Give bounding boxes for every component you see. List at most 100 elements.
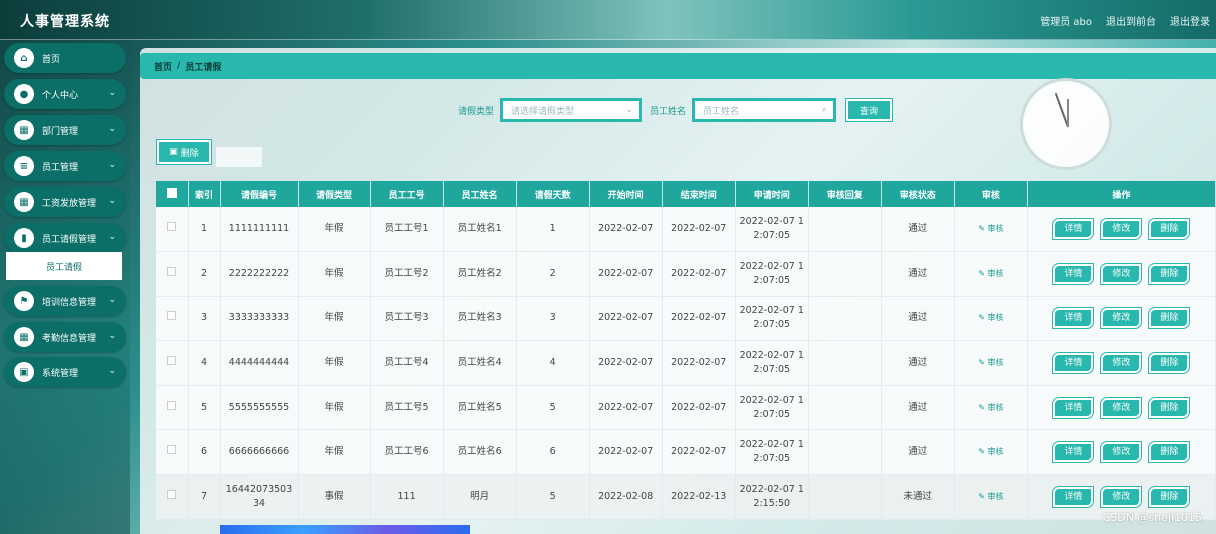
audit-link[interactable]: ✎ 审核 — [978, 447, 1003, 456]
back-to-front-link[interactable]: 退出到前台 — [1106, 13, 1156, 28]
cell-leave-type-text: 年假 — [324, 357, 344, 369]
audit-link[interactable]: ✎ 审核 — [978, 358, 1003, 367]
top-bar: 人事管理系统 管理员 abo 退出到前台 退出登录 — [0, 0, 1216, 40]
delete-button[interactable]: 删除 — [1148, 262, 1191, 285]
breadcrumb-current: 员工请假 — [185, 62, 222, 73]
delete-button[interactable]: 删除 — [1148, 441, 1191, 464]
audit-link[interactable]: ✎ 审核 — [978, 403, 1003, 412]
cell-reply — [808, 340, 882, 386]
cell-start-time-text: 2022-02-07 — [598, 312, 654, 324]
sidebar-subitem-employee-leave[interactable]: 员工请假 — [6, 252, 122, 280]
audit-link[interactable]: ✎ 审核 — [978, 313, 1003, 322]
cell-leave-no-text: 16442073503 34 — [225, 483, 293, 509]
sidebar-item-label: 培训信息管理 — [42, 297, 97, 308]
edit-button[interactable]: 修改 — [1100, 396, 1143, 419]
detail-button[interactable]: 详情 — [1052, 307, 1095, 330]
chevron-down-icon: ⌄ — [108, 124, 116, 134]
employee-name-input[interactable]: 员工姓名 ⌕ — [692, 98, 837, 122]
trash-icon: ▣ — [14, 362, 34, 382]
cell-employee-name-text: 员工姓名5 — [457, 401, 502, 413]
cell-start-time: 2022-02-07 — [589, 429, 663, 476]
grid-icon: ▦ — [14, 120, 34, 140]
cell-index-text: 4 — [200, 357, 208, 369]
sidebar-item-label: 工资发放管理 — [42, 198, 97, 209]
audit-link[interactable]: ✎ 审核 — [978, 492, 1003, 501]
row-checkbox[interactable] — [156, 385, 189, 431]
sidebar-item-department[interactable]: ▦ 部门管理 ⌄ — [4, 115, 126, 145]
cell-end-time: 2022-02-07 — [662, 296, 736, 342]
row-checkbox[interactable] — [156, 296, 189, 342]
sidebar-item-salary[interactable]: ▦ 工资发放管理 ⌄ — [4, 187, 126, 217]
cell-employee-name: 员工姓名4 — [443, 340, 517, 386]
delete-button[interactable]: 删除 — [1148, 352, 1191, 375]
delete-button[interactable]: 删除 — [1148, 396, 1191, 419]
clock-hand-icon — [1067, 99, 1069, 127]
cell-audit: ✎ 审核 — [954, 207, 1028, 253]
edit-button[interactable]: 修改 — [1100, 307, 1143, 330]
audit-label: 审核 — [987, 491, 1004, 501]
audit-link[interactable]: ✎ 审核 — [978, 269, 1003, 278]
edit-button[interactable]: 修改 — [1100, 352, 1143, 375]
user-icon: ● — [14, 84, 34, 104]
column-header: 员工工号 — [370, 181, 444, 207]
batch-delete-button[interactable]: ▣ 删除 — [156, 139, 212, 165]
cell-audit: ✎ 审核 — [954, 474, 1028, 520]
cell-leave-type: 年假 — [298, 385, 371, 431]
logout-link[interactable]: 退出登录 — [1170, 13, 1210, 28]
cell-end-time: 2022-02-07 — [662, 429, 736, 476]
row-checkbox[interactable] — [156, 340, 189, 386]
row-checkbox[interactable] — [156, 251, 189, 297]
cell-actions: 详情 修改 删除 — [1027, 296, 1216, 342]
cell-status-text: 通过 — [908, 223, 928, 235]
cell-status: 通过 — [881, 207, 955, 253]
leave-type-select[interactable]: 请选择请假类型 ⌄ — [500, 98, 643, 122]
cell-start-time: 2022-02-08 — [589, 474, 663, 520]
cell-index: 2 — [188, 251, 221, 297]
cell-employee-no: 员工工号2 — [370, 251, 444, 297]
detail-button[interactable]: 详情 — [1052, 441, 1095, 464]
detail-button[interactable]: 详情 — [1052, 485, 1095, 508]
sidebar-item-home[interactable]: ⌂ 首页 — [4, 43, 126, 73]
column-header: 请假编号 — [220, 181, 299, 207]
edit-button[interactable]: 修改 — [1100, 441, 1143, 464]
query-button[interactable]: 查询 — [845, 98, 894, 122]
delete-button[interactable]: 删除 — [1148, 485, 1191, 508]
sidebar-item-leave[interactable]: ▮ 员工请假管理 ⌄ — [4, 223, 126, 253]
edit-button[interactable]: 修改 — [1100, 218, 1143, 241]
sidebar-item-training[interactable]: ⚑ 培训信息管理 ⌄ — [4, 286, 126, 316]
cell-employee-name: 员工姓名3 — [443, 296, 517, 342]
sidebar-item-personal-center[interactable]: ● 个人中心 ⌄ — [4, 79, 126, 109]
column-header: 审核状态 — [881, 181, 955, 207]
cell-start-time: 2022-02-07 — [589, 296, 663, 342]
column-header: 请假类型 — [298, 181, 371, 207]
detail-button[interactable]: 详情 — [1052, 396, 1095, 419]
row-checkbox[interactable] — [156, 474, 189, 520]
sidebar-item-employee[interactable]: ≡ 员工管理 ⌄ — [4, 151, 126, 181]
row-checkbox[interactable] — [156, 429, 189, 476]
cell-start-time: 2022-02-07 — [589, 207, 663, 253]
cell-leave-type: 年假 — [298, 340, 371, 386]
delete-button[interactable]: 删除 — [1148, 307, 1191, 330]
sidebar-item-system[interactable]: ▣ 系统管理 ⌄ — [4, 357, 126, 387]
detail-button[interactable]: 详情 — [1052, 352, 1095, 375]
cell-days: 5 — [516, 474, 590, 520]
sidebar-item-attendance[interactable]: ▦ 考勤信息管理 ⌄ — [4, 322, 126, 352]
cell-start-time-text: 2022-02-07 — [598, 446, 654, 458]
cell-actions: 详情 修改 删除 — [1027, 385, 1216, 431]
edit-button[interactable]: 修改 — [1100, 485, 1143, 508]
cell-index: 4 — [188, 340, 221, 386]
row-checkbox[interactable] — [156, 207, 189, 253]
edit-button[interactable]: 修改 — [1100, 262, 1143, 285]
cell-employee-no-text: 员工工号6 — [384, 446, 429, 458]
breadcrumb-home[interactable]: 首页 — [154, 60, 172, 73]
grid-icon: ▦ — [14, 192, 34, 212]
detail-button[interactable]: 详情 — [1052, 262, 1095, 285]
cell-applied-time-text: 2022-02-07 1 2:07:05 — [739, 439, 804, 465]
select-all-checkbox[interactable] — [156, 181, 189, 207]
delete-button[interactable]: 删除 — [1148, 218, 1191, 241]
audit-link[interactable]: ✎ 审核 — [978, 224, 1003, 233]
cell-applied-time: 2022-02-07 1 2:07:05 — [735, 385, 809, 431]
detail-button[interactable]: 详情 — [1052, 218, 1095, 241]
cell-start-time-text: 2022-02-07 — [598, 357, 654, 369]
cell-leave-no-text: 4444444444 — [228, 357, 290, 369]
